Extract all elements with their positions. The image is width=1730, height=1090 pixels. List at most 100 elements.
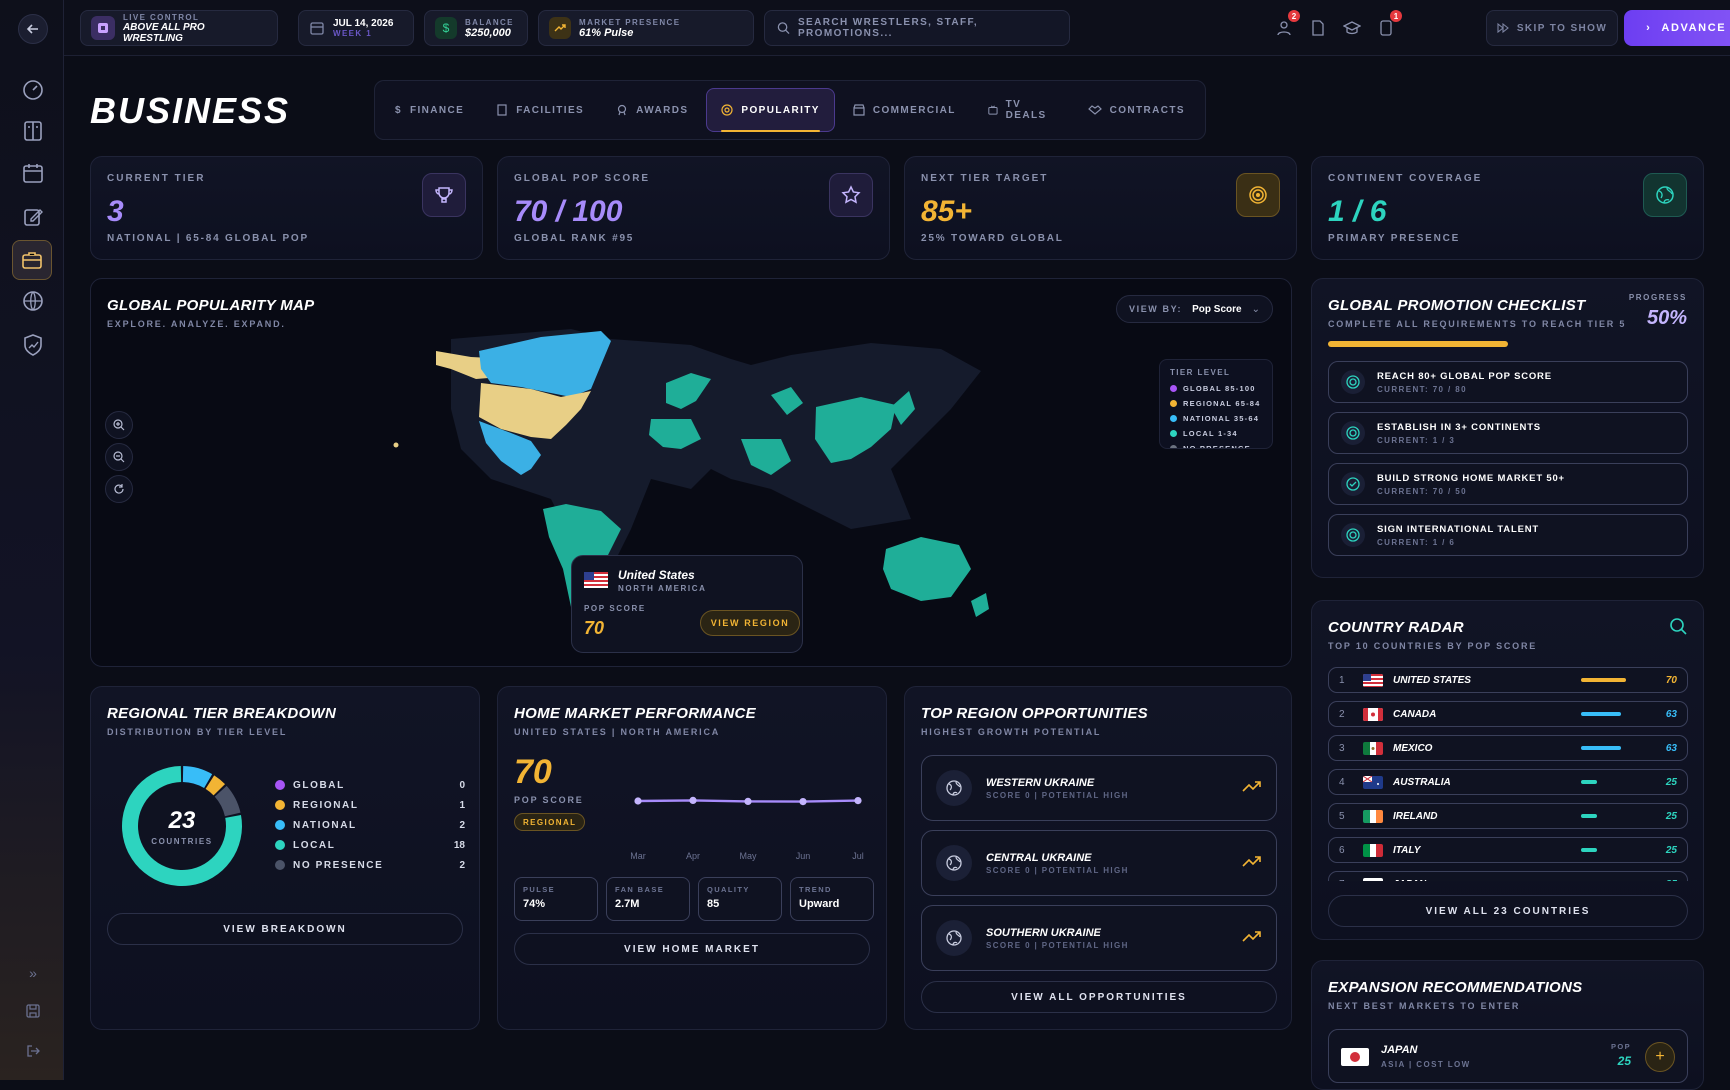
- expansion-item[interactable]: JAPAN ASIA | COST LOW POP 25 +: [1328, 1029, 1688, 1083]
- tab-awards[interactable]: AWARDS: [602, 88, 702, 132]
- sidebar-item-roster[interactable]: [18, 116, 48, 146]
- tab-label: CONTRACTS: [1109, 104, 1185, 116]
- opportunity-item[interactable]: CENTRAL UKRAINE SCORE 0 | POTENTIAL HIGH: [921, 830, 1277, 896]
- back-button[interactable]: [18, 14, 48, 44]
- donut-total: 23: [168, 807, 196, 834]
- radar-score-bar: [1581, 678, 1645, 682]
- checklist-item[interactable]: BUILD STRONG HOME MARKET 50+ CURRENT: 70 …: [1328, 463, 1688, 505]
- target-icon: [721, 104, 734, 116]
- opportunity-item[interactable]: WESTERN UKRAINE SCORE 0 | POTENTIAL HIGH: [921, 755, 1277, 821]
- sidebar-item-booking[interactable]: [18, 202, 48, 232]
- radar-row[interactable]: 7 JAPAN 25: [1328, 871, 1688, 881]
- opportunities-subtitle: HIGHEST GROWTH POTENTIAL: [921, 727, 1102, 737]
- skip-to-show-button[interactable]: SKIP TO SHOW: [1486, 10, 1618, 46]
- radar-score-fill: [1581, 678, 1626, 682]
- flag-icon: [1363, 707, 1383, 721]
- logout-icon: [27, 1045, 40, 1057]
- current-week: WEEK 1: [333, 29, 373, 38]
- sidebar-item-analytics[interactable]: [18, 330, 48, 360]
- radar-row[interactable]: 2 CANADA 63: [1328, 701, 1688, 727]
- tab-commercial[interactable]: COMMERCIAL: [839, 88, 970, 132]
- metric-value: 85: [707, 898, 720, 910]
- sidebar-item-calendar[interactable]: [18, 158, 48, 188]
- dollar-icon: $: [435, 17, 457, 39]
- legend-label: GLOBAL: [293, 779, 345, 791]
- metric-value: 2.7M: [615, 898, 640, 910]
- staff-button[interactable]: 2: [1272, 10, 1300, 40]
- view-breakdown-button[interactable]: VIEW BREAKDOWN: [107, 913, 463, 945]
- radar-search-button[interactable]: [1669, 617, 1687, 640]
- metric-value: Upward: [799, 898, 840, 910]
- opportunity-item[interactable]: SOUTHERN UKRAINE SCORE 0 | POTENTIAL HIGH: [921, 905, 1277, 971]
- training-button[interactable]: [1340, 16, 1364, 40]
- view-region-button[interactable]: VIEW REGION: [700, 610, 800, 636]
- calendar-icon: [310, 22, 324, 35]
- expansion-meta: ASIA | COST LOW: [1381, 1060, 1471, 1069]
- tab-label: COMMERCIAL: [872, 104, 956, 116]
- tab-popularity[interactable]: POPULARITY: [706, 88, 835, 132]
- checklist-item[interactable]: ESTABLISH IN 3+ CONTINENTS CURRENT: 1 / 3: [1328, 412, 1688, 454]
- promotion-switcher[interactable]: LIVE CONTROL ABOVE ALL PRO WRESTLING: [80, 10, 278, 46]
- checklist-item-title: SIGN INTERNATIONAL TALENT: [1377, 523, 1539, 535]
- view-home-market-button[interactable]: VIEW HOME MARKET: [514, 933, 870, 965]
- checklist-item[interactable]: REACH 80+ GLOBAL POP SCORE CURRENT: 70 / …: [1328, 361, 1688, 403]
- opportunity-text: SOUTHERN UKRAINE SCORE 0 | POTENTIAL HIGH: [986, 927, 1228, 950]
- radar-score-fill: [1581, 780, 1597, 784]
- radar-row[interactable]: 1 UNITED STATES 70: [1328, 667, 1688, 693]
- kpi-sub: GLOBAL RANK #95: [514, 233, 635, 244]
- radar-score-bar: [1581, 848, 1645, 852]
- legend-label: NATIONAL: [293, 819, 357, 831]
- metric-label: TREND: [799, 885, 832, 894]
- sidebar-item-business[interactable]: [12, 240, 52, 280]
- add-market-button[interactable]: +: [1645, 1042, 1675, 1072]
- advance-day-button[interactable]: › ADVANCE DAY: [1624, 10, 1730, 46]
- graduation-cap-icon: [1343, 21, 1361, 35]
- search-input[interactable]: SEARCH WRESTLERS, STAFF, PROMOTIONS...: [764, 10, 1070, 46]
- trophy-icon: [422, 173, 466, 217]
- reset-view-button[interactable]: [105, 475, 133, 503]
- radar-country: CANADA: [1393, 708, 1437, 720]
- regional-title: REGIONAL TIER BREAKDOWN: [107, 705, 337, 722]
- legend-swatch: [1170, 385, 1177, 392]
- sidebar-item-world[interactable]: [18, 286, 48, 316]
- radar-score-bar: [1581, 780, 1645, 784]
- radar-row[interactable]: 4 AUSTRALIA 25: [1328, 769, 1688, 795]
- save-button[interactable]: [18, 996, 48, 1026]
- date-pill[interactable]: JUL 14, 2026 WEEK 1: [298, 10, 414, 46]
- tab-facilities[interactable]: FACILITIES: [482, 88, 598, 132]
- checklist-item-title: BUILD STRONG HOME MARKET 50+: [1377, 472, 1565, 484]
- home-subtitle: UNITED STATES | NORTH AMERICA: [514, 727, 721, 737]
- radar-row[interactable]: 6 ITALY 25: [1328, 837, 1688, 863]
- documents-button[interactable]: [1306, 16, 1330, 40]
- inbox-button[interactable]: 1: [1374, 10, 1402, 40]
- zoom-in-button[interactable]: [105, 411, 133, 439]
- tab-label: TV DEALS: [1005, 99, 1047, 121]
- radar-country: AUSTRALIA: [1393, 776, 1451, 788]
- radar-row[interactable]: 3 MEXICO 63: [1328, 735, 1688, 761]
- inbox-badge: 1: [1390, 10, 1402, 22]
- calendar-icon: [23, 164, 43, 183]
- home-chart-point: [854, 797, 862, 805]
- radar-row[interactable]: 5 IRELAND 25: [1328, 803, 1688, 829]
- trending-up-icon: [549, 17, 571, 39]
- expand-sidebar-button[interactable]: »: [18, 958, 48, 988]
- tooltip-score: 70: [584, 618, 605, 638]
- checklist-item-current: CURRENT: 1 / 6: [1377, 537, 1456, 547]
- zoom-out-button[interactable]: [105, 443, 133, 471]
- radar-rank: 7: [1339, 879, 1353, 882]
- view-all-opportunities-button[interactable]: VIEW ALL OPPORTUNITIES: [921, 981, 1277, 1013]
- zoom-out-icon: [113, 451, 125, 463]
- sidebar-item-dashboard[interactable]: [18, 74, 48, 104]
- home-tier-badge: REGIONAL: [514, 813, 586, 831]
- tab-finance[interactable]: $ FINANCE: [381, 88, 478, 132]
- tab-tv-deals[interactable]: TV DEALS: [974, 88, 1070, 132]
- tab-label: POPULARITY: [741, 104, 820, 116]
- checklist-item[interactable]: SIGN INTERNATIONAL TALENT CURRENT: 1 / 6: [1328, 514, 1688, 556]
- view-all-countries-button[interactable]: VIEW ALL 23 COUNTRIES: [1328, 895, 1688, 927]
- opportunity-meta: SCORE 0 | POTENTIAL HIGH: [986, 865, 1129, 875]
- globe-icon: [936, 920, 972, 956]
- global-popularity-map-card: GLOBAL POPULARITY MAP EXPLORE. ANALYZE. …: [90, 278, 1292, 667]
- exit-button[interactable]: [18, 1036, 48, 1066]
- tab-contracts[interactable]: CONTRACTS: [1074, 88, 1199, 132]
- expansion-country: JAPAN: [1381, 1044, 1418, 1056]
